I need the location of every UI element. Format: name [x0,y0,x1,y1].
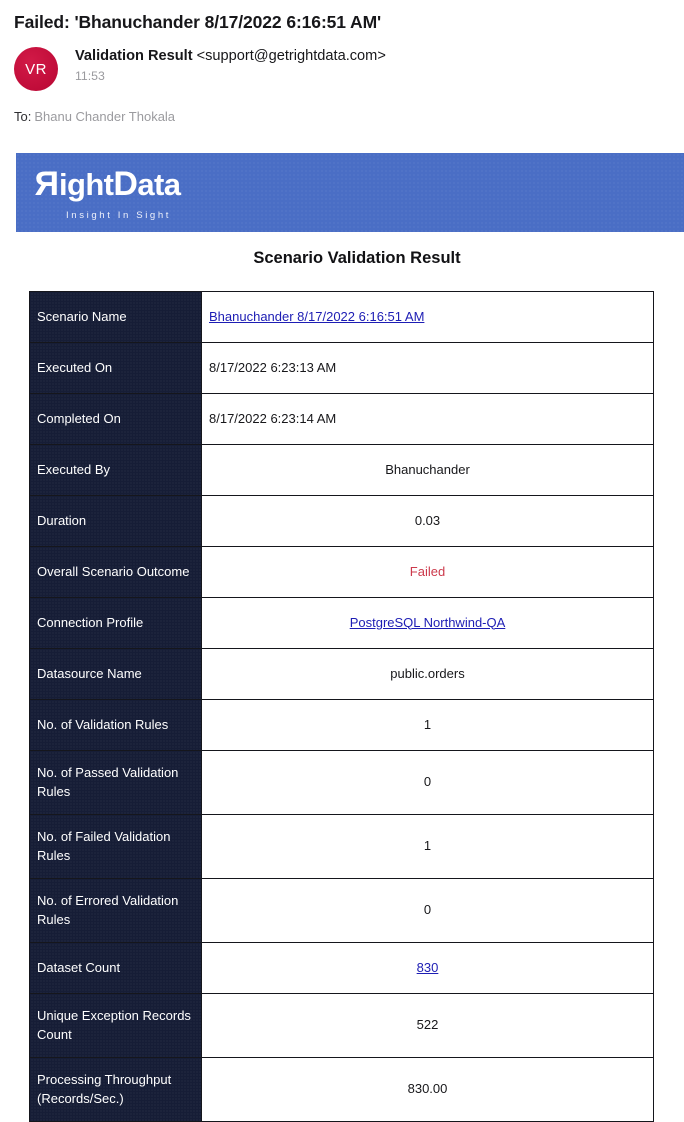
to-recipient[interactable]: Bhanu Chander Thokala [34,109,175,124]
row-label: Scenario Name [29,291,202,343]
logo-wordmark: Right Data [35,165,181,203]
sender-email[interactable]: <support@getrightdata.com> [197,48,386,64]
row-label: Overall Scenario Outcome [29,546,202,598]
row-label: Executed By [29,444,202,496]
row-value: 1 [201,699,654,751]
table-row: No. of Failed Validation Rules 1 [29,814,654,879]
row-label: Completed On [29,393,202,445]
table-row: Scenario Name Bhanuchander 8/17/2022 6:16… [29,291,654,343]
row-label: No. of Validation Rules [29,699,202,751]
logo-letter-d: D [113,165,138,203]
table-row: Completed On 8/17/2022 6:23:14 AM [29,393,654,445]
email-timestamp: 11:53 [75,69,105,83]
table-row: Dataset Count 830 [29,942,654,994]
row-label: Unique Exception Records Count [29,993,202,1058]
sender-name: Validation Result [75,48,193,64]
email-subject: Failed: 'Bhanuchander 8/17/2022 6:16:51 … [14,12,382,32]
status-badge: Failed [409,563,446,579]
table-body: Scenario Name Bhanuchander 8/17/2022 6:16… [29,291,654,1122]
row-value-link[interactable]: 830 [417,960,439,975]
logo-tagline: Insight In Sight [66,210,172,221]
avatar-initials: VR [25,60,47,78]
to-label: To: [14,109,32,124]
row-value: 0 [201,878,654,943]
table-row: Unique Exception Records Count 522 [29,993,654,1058]
row-label: Processing Throughput (Records/Sec.) [29,1057,202,1122]
sender-line: Validation Result <support@getrightdata.c… [75,48,386,64]
row-value-link[interactable]: Bhanuchander 8/17/2022 6:16:51 AM [209,309,424,324]
row-value: PostgreSQL Northwind-QA [201,597,654,649]
row-value: 8/17/2022 6:23:13 AM [201,342,654,394]
table-row: No. of Errored Validation Rules 0 [29,878,654,943]
table-row: No. of Validation Rules 1 [29,699,654,751]
rightdata-logo: Right Data Insight In Sight [35,165,181,221]
avatar: VR [14,47,58,91]
table-row: Overall Scenario Outcome Failed [29,546,654,598]
row-value: Failed [201,546,654,598]
email-recipient-row: To: Bhanu Chander Thokala [0,91,684,124]
table-row: Executed On 8/17/2022 6:23:13 AM [29,342,654,394]
row-value: 8/17/2022 6:23:14 AM [201,393,654,445]
row-value: 522 [201,993,654,1058]
table-row: Processing Throughput (Records/Sec.) 830.… [29,1057,654,1122]
row-label: No. of Failed Validation Rules [29,814,202,879]
email-sender-row: VR Validation Result <support@getrightdat… [0,33,684,91]
row-label: Connection Profile [29,597,202,649]
row-value-link[interactable]: PostgreSQL Northwind-QA [350,615,506,630]
table-row: Executed By Bhanuchander [29,444,654,496]
table-row: Connection Profile PostgreSQL Northwind-Q… [29,597,654,649]
logo-text-ight: ight [58,167,114,202]
row-value: 830.00 [201,1057,654,1122]
page-title: Scenario Validation Result [253,249,461,267]
scenario-validation-table: Scenario Name Bhanuchander 8/17/2022 6:16… [29,291,654,1122]
row-label: Datasource Name [29,648,202,700]
row-value: Bhanuchander [201,444,654,496]
table-row: Datasource Name public.orders [29,648,654,700]
logo-letter-r: R [35,165,59,203]
row-value: Bhanuchander 8/17/2022 6:16:51 AM [201,291,654,343]
table-row: No. of Passed Validation Rules 0 [29,750,654,815]
row-value: 0 [201,750,654,815]
row-value: public.orders [201,648,654,700]
table-row: Duration 0.03 [29,495,654,547]
row-value: 1 [201,814,654,879]
row-label: Duration [29,495,202,547]
logo-text-ata: ata [137,167,181,202]
sender-details: Validation Result <support@getrightdata.c… [75,46,386,83]
row-label: Executed On [29,342,202,394]
row-label: Dataset Count [29,942,202,994]
row-value: 830 [201,942,654,994]
brand-banner: Right Data Insight In Sight [16,153,684,232]
row-value: 0.03 [201,495,654,547]
row-label: No. of Errored Validation Rules [29,878,202,943]
row-label: No. of Passed Validation Rules [29,750,202,815]
